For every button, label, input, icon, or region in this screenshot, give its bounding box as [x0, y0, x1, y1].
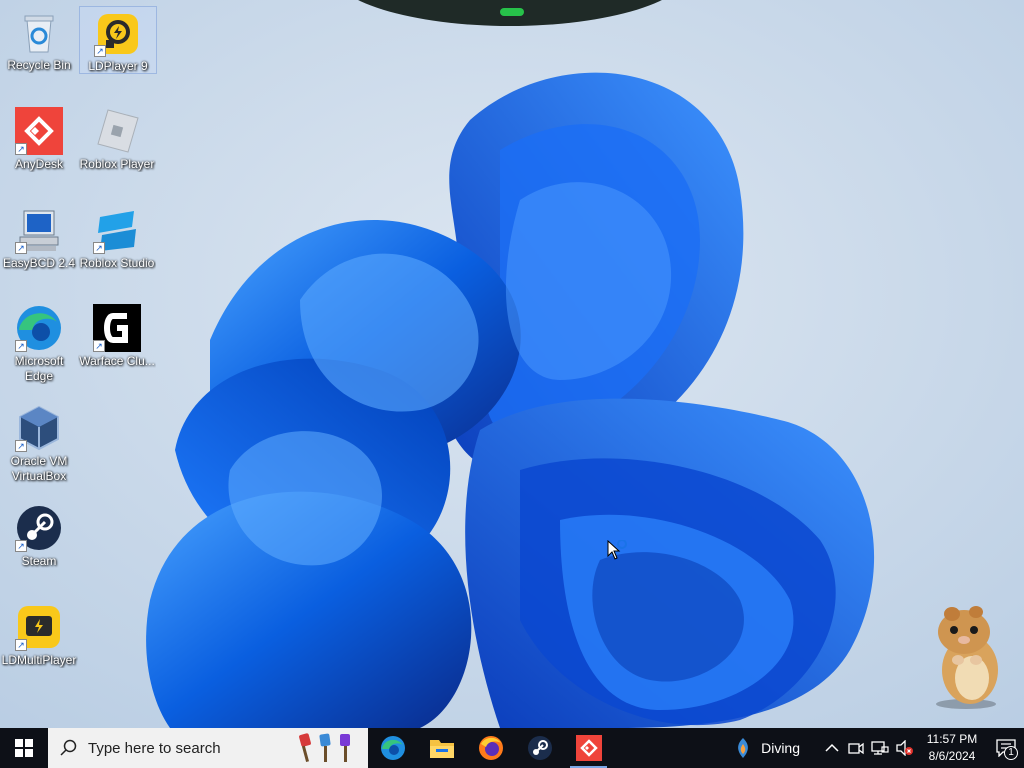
desktop-icon-virtualbox[interactable]: ↗ Oracle VM VirtualBox: [0, 400, 78, 484]
taskbar-clock[interactable]: 11:57 PM 8/6/2024: [920, 731, 984, 765]
desktop-icon-label: Microsoft Edge: [14, 354, 64, 383]
taskbar-app-steam[interactable]: [515, 728, 564, 768]
edge-icon: [380, 736, 405, 760]
clock-time: 11:57 PM: [926, 732, 978, 746]
hamster-desktop-pet[interactable]: [922, 600, 1008, 710]
warface-icon: ↗: [93, 304, 141, 352]
network-button[interactable]: [868, 728, 892, 768]
firefox-icon: [478, 736, 503, 760]
shortcut-arrow-icon: ↗: [15, 143, 27, 155]
desktop-icon-label: LDPlayer 9: [88, 58, 148, 73]
ldplayer-icon: ↗: [94, 11, 142, 57]
desktop-icon-warface[interactable]: ↗ Warface Clu...: [78, 300, 156, 369]
taskbar-app-file-explorer[interactable]: [417, 728, 466, 768]
shortcut-arrow-icon: ↗: [15, 242, 27, 254]
steam-icon: [527, 736, 552, 760]
search-icon: [60, 739, 77, 756]
shortcut-arrow-icon: ↗: [15, 340, 27, 352]
show-hidden-icons-button[interactable]: [820, 728, 844, 768]
network-icon: [871, 741, 889, 755]
recycle-bin-icon: [15, 8, 63, 56]
virtualbox-icon: ↗: [15, 404, 63, 452]
clock-date: 8/6/2024: [928, 749, 976, 763]
busy-cursor-icon: [607, 540, 627, 560]
chevron-up-icon: [825, 743, 839, 752]
desktop-icon-label: Recycle Bin: [7, 58, 71, 72]
desktop-icon-label: Warface Clu...: [79, 354, 155, 368]
edge-icon: ↗: [15, 304, 63, 352]
desktop-icon-label: LDMultiPlayer: [1, 653, 77, 667]
system-tray: Diving 11:57 PM 8/6/2024 1: [733, 728, 1024, 768]
desktop-icon-anydesk[interactable]: ↗ AnyDesk: [0, 103, 78, 172]
desktop-icon-label: AnyDesk: [14, 157, 64, 171]
search-highlight-paintbrushes-icon: [299, 733, 350, 762]
desktop-icon-label: Steam: [21, 554, 57, 568]
volume-button[interactable]: [892, 728, 916, 768]
shortcut-arrow-icon: ↗: [93, 340, 105, 352]
taskbar-search-box[interactable]: Type here to search: [48, 728, 368, 768]
desktop-icon-label: EasyBCD 2.4: [2, 256, 76, 270]
tray-camera-icon-button[interactable]: [844, 728, 868, 768]
easybcd-icon: ↗: [15, 206, 63, 254]
taskbar-app-edge[interactable]: [368, 728, 417, 768]
desktop-icon-ldmultiplayer[interactable]: ↗ LDMultiPlayer: [0, 599, 78, 668]
shortcut-arrow-icon: ↗: [15, 440, 27, 452]
windows-logo-icon: [15, 739, 33, 757]
shortcut-arrow-icon: ↗: [15, 540, 27, 552]
volume-muted-icon: [896, 740, 913, 756]
taskbar-app-firefox[interactable]: [466, 728, 515, 768]
shortcut-arrow-icon: ↗: [94, 44, 106, 57]
notification-count-badge: 1: [1004, 746, 1018, 760]
desktop-icon-recycle-bin[interactable]: Recycle Bin: [0, 4, 78, 73]
shortcut-arrow-icon: ↗: [15, 639, 27, 651]
anydesk-icon: [575, 735, 602, 761]
roblox-player-icon: [93, 107, 141, 155]
ldmultiplayer-icon: ↗: [15, 603, 63, 651]
desktop-icon-steam[interactable]: ↗ Steam: [0, 500, 78, 569]
desktop-icon-edge[interactable]: ↗ Microsoft Edge: [0, 300, 78, 384]
weather-widget[interactable]: Diving: [733, 736, 800, 760]
camera-icon: [848, 742, 864, 755]
weather-text: Diving: [761, 740, 800, 756]
steam-icon: ↗: [15, 504, 63, 552]
desktop-icon-roblox-player[interactable]: Roblox Player: [78, 103, 156, 172]
desktop-icon-ldplayer[interactable]: ↗ LDPlayer 9: [79, 6, 157, 74]
notification-center-button[interactable]: 1: [988, 728, 1024, 768]
desktop-icon-label: Oracle VM VirtualBox: [10, 454, 68, 483]
top-overlay-indicator[interactable]: [500, 8, 524, 16]
start-button[interactable]: [0, 728, 48, 768]
file-explorer-icon: [429, 740, 454, 758]
shortcut-arrow-icon: ↗: [93, 242, 105, 254]
taskbar-app-anydesk[interactable]: [564, 728, 613, 768]
search-placeholder-text: Type here to search: [88, 739, 221, 757]
desktop-icon-easybcd[interactable]: ↗ EasyBCD 2.4: [0, 202, 78, 271]
taskbar: Type here to search Diving 11:57 PM 8/6/…: [0, 728, 1024, 768]
desktop-icon-roblox-studio[interactable]: ↗ Roblox Studio: [78, 202, 156, 271]
desktop-icon-label: Roblox Studio: [79, 256, 155, 270]
roblox-studio-icon: ↗: [93, 206, 141, 254]
desktop-icon-label: Roblox Player: [79, 157, 155, 171]
weather-diving-icon: [738, 738, 748, 758]
anydesk-icon: ↗: [15, 107, 63, 155]
